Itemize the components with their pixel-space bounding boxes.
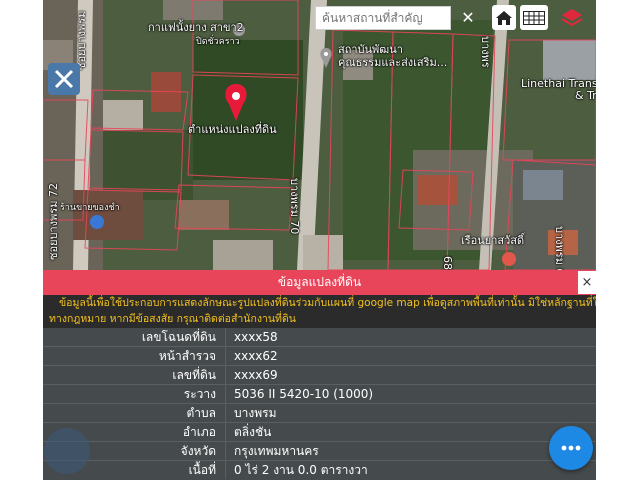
map-label-inn: เรือนยาสวัสดิ์ — [461, 234, 525, 247]
notice-line-2: ทางกฎหมาย หากมีข้อสงสัย กรุณาติดต่อสำนัก… — [49, 313, 296, 325]
table-row: อำเภอ ตลิ่งชัน — [43, 423, 596, 442]
grid-button[interactable] — [520, 5, 548, 30]
row-label: หน้าสำรวจ — [158, 349, 216, 363]
search-input[interactable] — [315, 6, 451, 30]
info-panel-title: ข้อมูลแปลงที่ดิน — [43, 270, 596, 295]
table-row: เนื้อที่ 0 ไร่ 2 งาน 0.0 ตารางวา — [43, 461, 596, 480]
row-value: บางพรม — [234, 406, 277, 420]
row-value: xxxx58 — [234, 330, 278, 344]
row-value: xxxx62 — [234, 349, 278, 363]
map-label-institute-2: คุณธรรมและส่งเสริม... — [338, 56, 448, 69]
clear-search-button[interactable]: ✕ — [456, 6, 480, 30]
ruler-icon — [54, 69, 74, 89]
table-row: หน้าสำรวจ xxxx62 — [43, 347, 596, 366]
table-row: เลขที่ดิน xxxx69 — [43, 366, 596, 385]
table-row: ตำบล บางพรม — [43, 404, 596, 423]
map-label-coffee: กาแฟนั้งยาง สาขา2 — [148, 21, 244, 34]
row-label: ตำบล — [186, 406, 216, 420]
left-margin — [0, 0, 43, 480]
disclaimer-notice: ข้อมูลนี้เพื่อใช้ประกอบการแสดงลักษณะรูปแ… — [43, 295, 596, 328]
table-row: เลขโฉนดที่ดิน xxxx58 — [43, 328, 596, 347]
map-label-road-left: ซอยบางพรม 72 — [47, 183, 60, 260]
map-imagery — [43, 0, 596, 270]
row-value: 0 ไร่ 2 งาน 0.0 ตารางวา — [234, 463, 368, 477]
map-label-institute-1: สถาบันพัฒนา — [338, 43, 403, 56]
home-icon — [496, 10, 512, 25]
map-label-parcel: ตำแหน่งแปลงที่ดิน — [188, 123, 277, 136]
map-label-road-mid: บางพรม 70 — [288, 178, 301, 235]
map-label-coffee-status: ปิดชั่วคราว — [196, 37, 240, 47]
measure-button[interactable] — [48, 63, 80, 95]
map-label-road-right: บางพรม 66 — [553, 226, 566, 270]
row-value: xxxx69 — [234, 368, 278, 382]
row-value: กรุงเทพมหานคร — [234, 444, 319, 458]
row-value: ตลิ่งชัน — [234, 425, 272, 439]
map-label-road-68: 68 — [441, 256, 454, 270]
more-options-button[interactable] — [549, 426, 593, 470]
faded-map-control — [44, 428, 90, 474]
satellite-map[interactable]: กาแฟนั้งยาง สาขา2 ปิดชั่วคราว สถาบันพัฒน… — [43, 0, 596, 270]
row-label: เลขที่ดิน — [172, 368, 216, 382]
map-label-road-left-top: ซอยบางพรม — [75, 10, 88, 70]
notice-line-1: ข้อมูลนี้เพื่อใช้ประกอบการแสดงลักษณะรูปแ… — [59, 297, 596, 309]
map-label-road-right-top: บางพร — [479, 36, 492, 68]
row-label: เลขโฉนดที่ดิน — [141, 330, 216, 344]
layers-button[interactable] — [556, 5, 588, 30]
table-row: จังหวัด กรุงเทพมหานคร — [43, 442, 596, 461]
row-label: ระวาง — [183, 387, 216, 401]
close-panel-button[interactable]: × — [578, 271, 596, 294]
home-button[interactable] — [492, 5, 516, 30]
map-label-linethai-2: & Tr — [575, 89, 596, 102]
row-value: 5036 II 5420-10 (1000) — [234, 387, 374, 401]
right-margin — [596, 0, 640, 480]
layers-icon — [561, 8, 583, 26]
more-icon — [561, 445, 581, 451]
table-row: ระวาง 5036 II 5420-10 (1000) — [43, 385, 596, 404]
grid-icon — [523, 10, 545, 25]
map-label-shop: ร้านขายของชำ — [60, 203, 120, 213]
